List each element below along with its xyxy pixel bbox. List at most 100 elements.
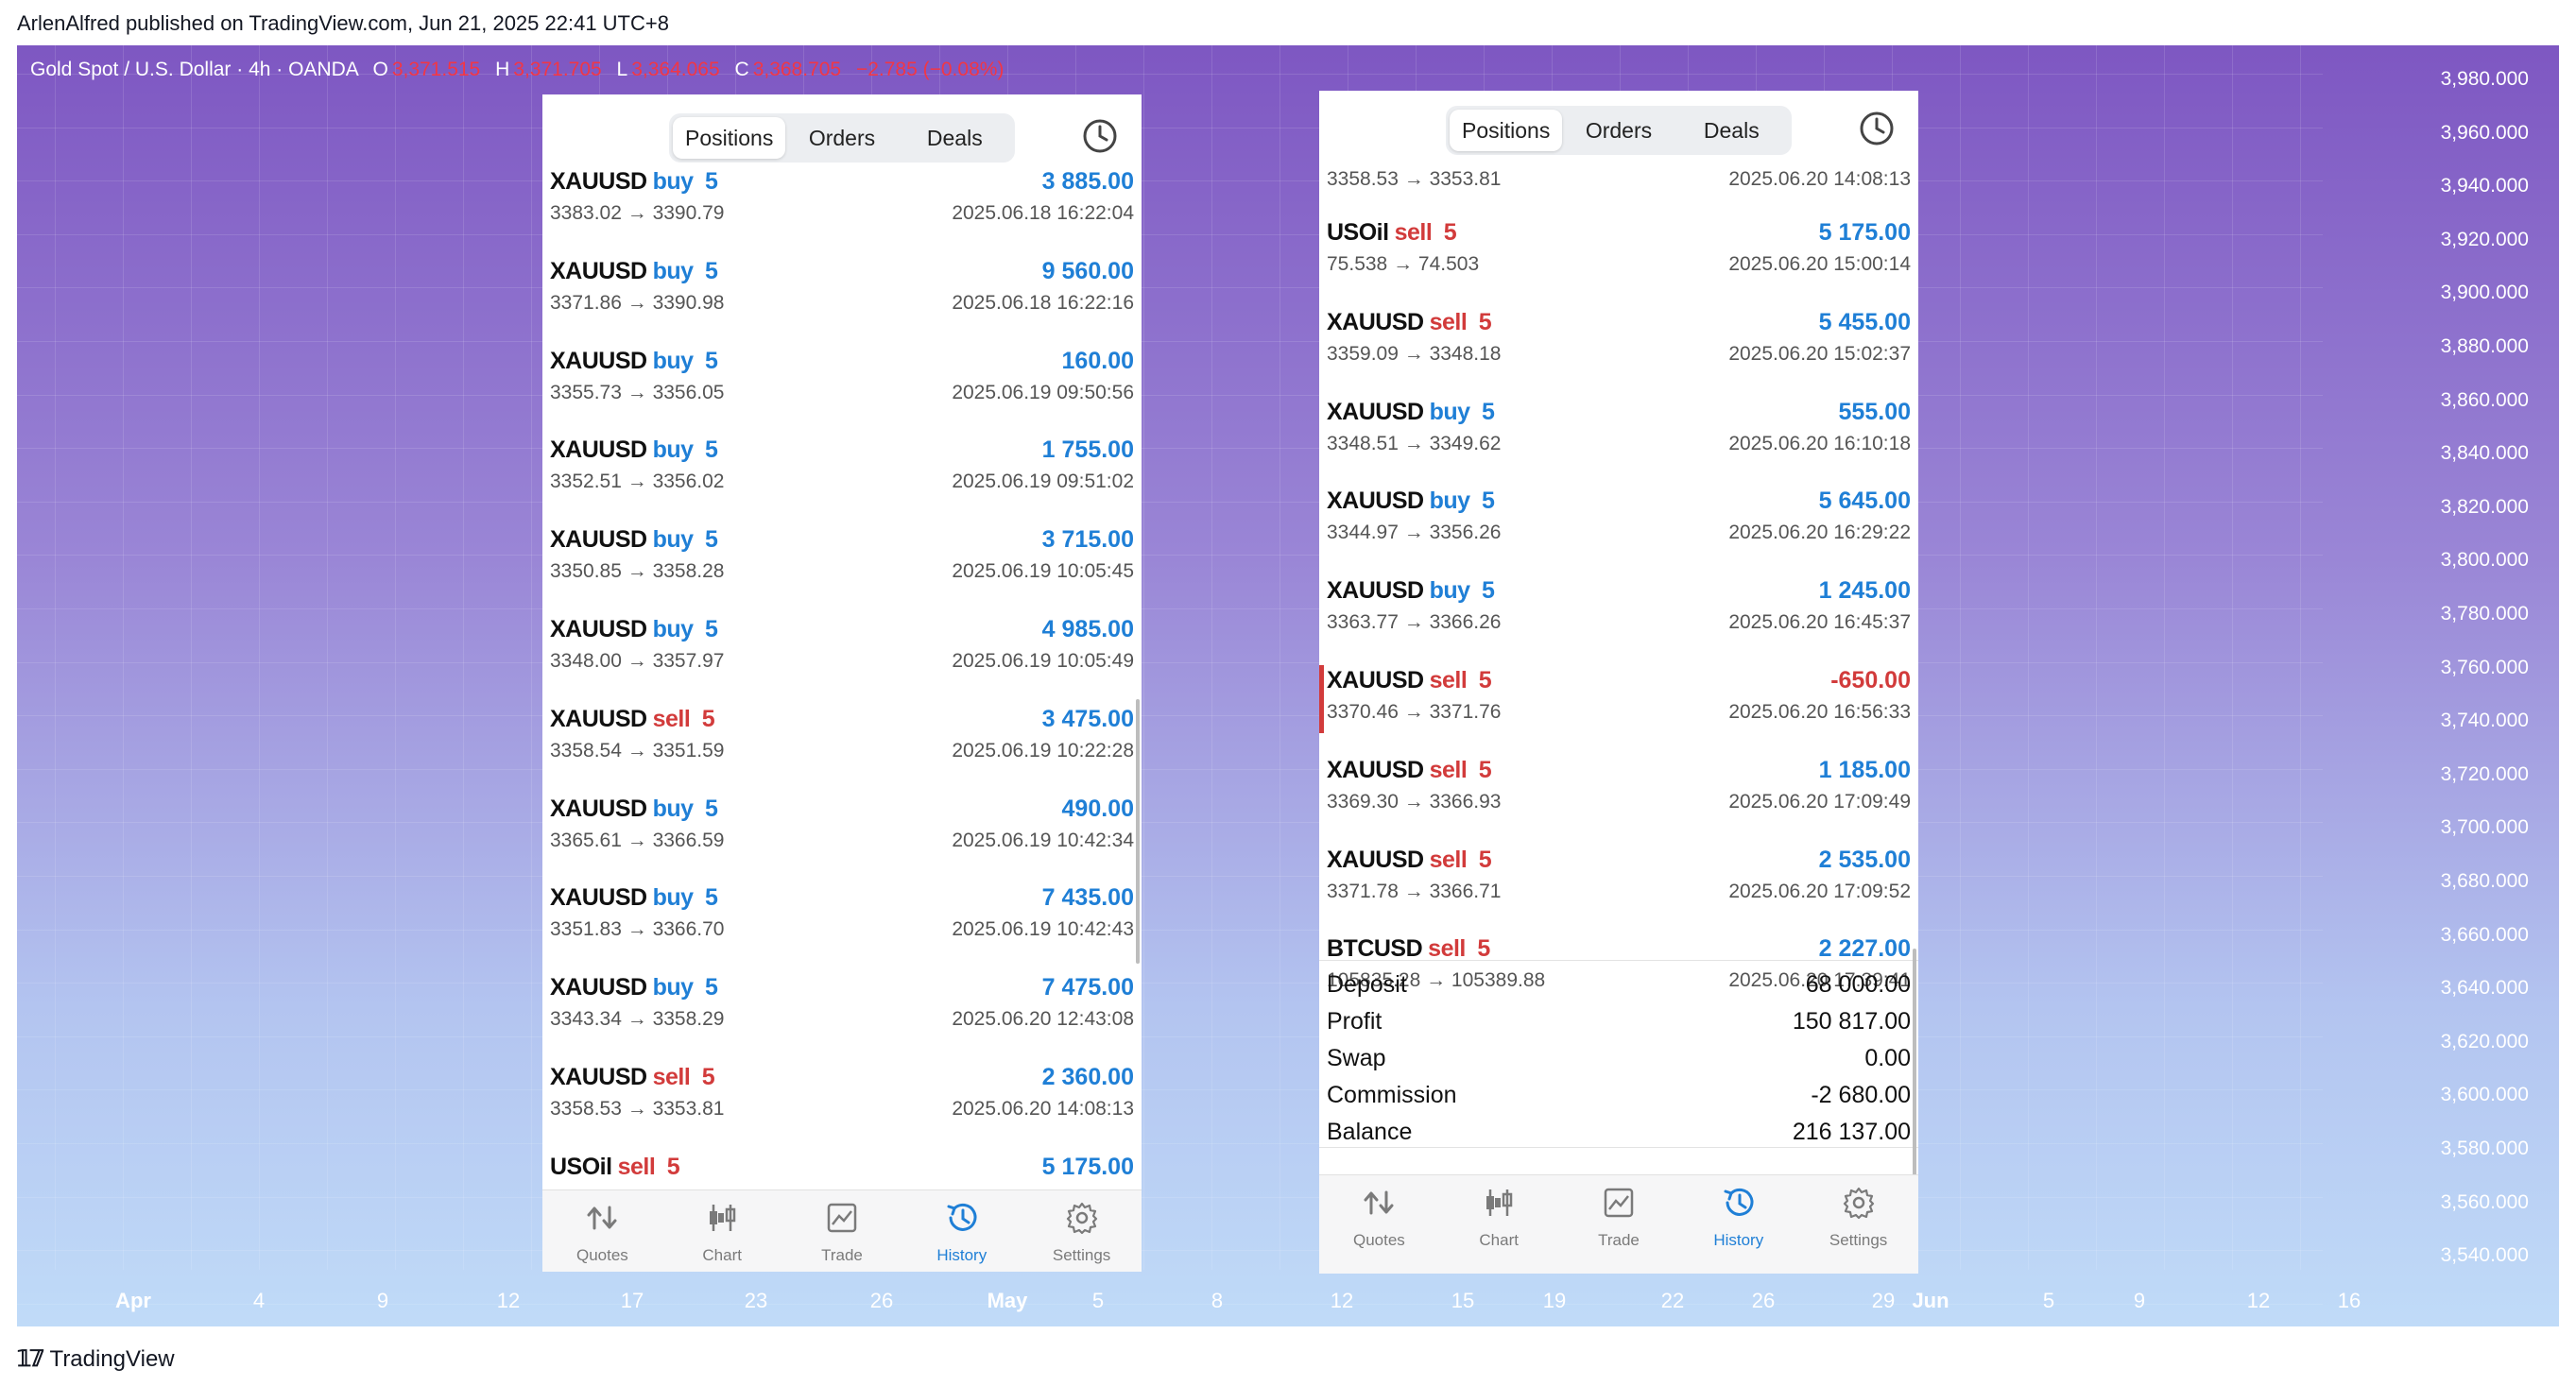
deal-profit: 5 455.00 (1818, 308, 1911, 335)
price-axis[interactable]: 3,980.000 3,960.000 3,940.000 3,920.000 3,90… (2321, 45, 2529, 1274)
list-item[interactable]: XAUUSD buy 5 3348.51 → 3349.62 555.00 2025.0… (1319, 397, 1918, 480)
list-item[interactable]: XAUUSD sell 5 3359.09 → 3348.18 5 455.00 202… (1319, 307, 1918, 390)
tab-positions[interactable]: Positions (1450, 110, 1563, 151)
deal-time: 2025.06.20 17:09:49 (1728, 790, 1911, 813)
deal-time: 2025.06.18 16:22:04 (952, 202, 1134, 224)
period-clock-icon[interactable] (1858, 110, 1896, 147)
chart-area[interactable]: Gold Spot / U.S. Dollar · 4h · OANDA O 3,… (17, 45, 2559, 1326)
deal-profit: 160.00 (1061, 347, 1134, 374)
list-item-partial[interactable]: 3358.53 → 3353.81 2025.06.20 14:08:13 (1319, 166, 1918, 208)
symbol-name: XAUUSD (1327, 398, 1424, 425)
list-item[interactable]: XAUUSD sell 5 3358.54 → 3351.59 3 475.00 202… (542, 704, 1142, 787)
list-item[interactable]: XAUUSD sell 5 3369.30 → 3366.93 1 185.00 202… (1319, 755, 1918, 838)
tradingview-logo-icon[interactable]: 𝟙𝟟 (17, 1345, 44, 1373)
price-tick-label: 3,860.000 (2440, 388, 2529, 411)
symbol-name: XAUUSD (550, 884, 647, 912)
time-axis[interactable]: Apr 4 9 12 17 23 26 May 5 8 12 15 19 22 26 29 Jun 5 9 12 16 (17, 1270, 2361, 1326)
tab-orders[interactable]: Orders (785, 117, 898, 159)
deal-symbol: XAUUSD buy 5 (550, 526, 718, 554)
tab-positions[interactable]: Positions (673, 117, 786, 159)
qty-label: 5 (666, 1153, 680, 1180)
summary-value: 150 817.00 (1792, 1008, 1911, 1035)
nav-label: Chart (1479, 1231, 1519, 1249)
deal-prices: 3355.73 → 3356.05 (550, 381, 725, 403)
symbol-legend: Gold Spot / U.S. Dollar · 4h · OANDA O 3,… (30, 59, 1004, 81)
price-tick-label: 3,900.000 (2440, 282, 2529, 304)
nav-chart[interactable]: Chart (1439, 1175, 1559, 1274)
symbol-name: XAUUSD (1327, 488, 1424, 515)
time-tick-label: 19 (1542, 1289, 1567, 1312)
qty-label: 5 (704, 526, 718, 554)
list-item[interactable]: XAUUSD buy 5 3350.85 → 3358.28 3 715.00 2025… (542, 524, 1142, 607)
list-item[interactable]: XAUUSD buy 5 3371.86 → 3390.98 9 560.00 2025… (542, 256, 1142, 339)
deal-time: 2025.06.20 14:08:13 (952, 1098, 1134, 1120)
nav-trade[interactable]: Trade (1559, 1175, 1679, 1274)
list-item[interactable]: XAUUSD buy 5 3352.51 → 3356.02 1 755.00 2025… (542, 435, 1142, 518)
deal-profit: 3 885.00 (1041, 168, 1134, 195)
brand-name[interactable]: TradingView (50, 1346, 175, 1373)
nav-label: Trade (1598, 1231, 1640, 1249)
list-item[interactable]: XAUUSD buy 5 3343.34 → 3358.29 7 475.00 2025… (542, 972, 1142, 1055)
deal-symbol: XAUUSD buy 5 (550, 168, 718, 196)
trade-icon (824, 1200, 860, 1241)
list-item[interactable]: XAUUSD buy 5 3351.83 → 3366.70 7 435.00 2025… (542, 882, 1142, 966)
list-item[interactable]: XAUUSD sell 5 3371.78 → 3366.71 2 535.00 202… (1319, 845, 1918, 928)
side-label: sell (1429, 756, 1468, 783)
qty-label: 5 (704, 436, 718, 464)
side-label: sell (1429, 308, 1468, 335)
nav-settings[interactable]: Settings (1798, 1175, 1918, 1274)
price-tick-label: 3,960.000 (2440, 121, 2529, 144)
deal-time: 2025.06.20 16:29:22 (1728, 522, 1911, 544)
list-item[interactable]: XAUUSD sell 5 3370.46 → 3371.76 -650.00 2025… (1319, 665, 1918, 748)
nav-label: Quotes (1352, 1231, 1405, 1249)
grid-line (17, 1143, 2323, 1144)
scrollbar[interactable] (1136, 699, 1140, 964)
nav-settings[interactable]: Settings (1022, 1190, 1142, 1272)
period-clock-icon[interactable] (1081, 117, 1119, 155)
tab-deals[interactable]: Deals (899, 117, 1011, 159)
deal-profit: 3 475.00 (1041, 705, 1134, 732)
nav-quotes[interactable]: Quotes (542, 1190, 662, 1272)
nav-trade[interactable]: Trade (782, 1190, 902, 1272)
nav-label: Settings (1829, 1231, 1888, 1249)
qty-label: 5 (704, 974, 718, 1001)
deal-profit: 5 175.00 (1818, 219, 1911, 246)
deal-symbol: XAUUSD buy 5 (550, 616, 718, 643)
list-item[interactable]: XAUUSD buy 5 3344.97 → 3356.26 5 645.00 2025… (1319, 486, 1918, 569)
list-item[interactable]: XAUUSD sell 5 3358.53 → 3353.81 2 360.00 202… (542, 1062, 1142, 1145)
history-icon (944, 1200, 980, 1241)
deal-profit: 2 535.00 (1818, 846, 1911, 873)
nav-quotes[interactable]: Quotes (1319, 1175, 1439, 1274)
list-item[interactable]: XAUUSD buy 5 3363.77 → 3366.26 1 245.00 2025… (1319, 575, 1918, 659)
history-tabs: Positions Orders Deals (669, 113, 1015, 163)
deal-symbol: XAUUSDsell 5 (1327, 847, 1492, 874)
list-item[interactable]: XAUUSD buy 5 3355.73 → 3356.05 160.00 2025.0… (542, 346, 1142, 429)
deal-symbol: XAUUSD buy 5 (1327, 488, 1495, 515)
symbol-title[interactable]: Gold Spot / U.S. Dollar · 4h · OANDA (30, 59, 358, 80)
tab-orders[interactable]: Orders (1562, 110, 1674, 151)
qty-label: 5 (704, 168, 718, 195)
list-item[interactable]: USOilsell 5 75.538 → 74.503 5 175.00 2025.0… (1319, 217, 1918, 300)
deal-time: 2025.06.20 12:43:08 (952, 1008, 1134, 1031)
tab-deals[interactable]: Deals (1675, 110, 1788, 151)
time-tick-label: 26 (1751, 1289, 1776, 1312)
list-item[interactable]: XAUUSD buy 5 3348.00 → 3357.97 4 985.00 2025… (542, 614, 1142, 697)
list-item[interactable]: XAUUSD buy 5 3383.02 → 3390.79 3 885.00 2025… (542, 166, 1142, 249)
qty-label: 5 (1478, 308, 1492, 335)
summary-row: Profit 150 817.00 (1319, 1004, 1918, 1041)
grid-line (1279, 45, 1280, 1270)
deal-prices: 3348.00 → 3357.97 (550, 650, 725, 672)
time-tick-label: Jun (1912, 1289, 1949, 1312)
summary-value: -2 680.00 (1811, 1082, 1911, 1108)
nav-history[interactable]: History (1678, 1175, 1798, 1274)
summary-value: 216 137.00 (1792, 1119, 1911, 1145)
nav-history[interactable]: History (902, 1190, 1022, 1272)
list-item[interactable]: XAUUSD buy 5 3365.61 → 3366.59 490.00 2025.0… (542, 794, 1142, 877)
scrollbar[interactable] (1913, 949, 1916, 1175)
grid-line (123, 45, 124, 1270)
deal-prices: 3370.46 → 3371.76 (1327, 701, 1502, 723)
time-tick-label: 16 (2337, 1289, 2361, 1312)
nav-chart[interactable]: Chart (662, 1190, 782, 1272)
grid-line (463, 45, 464, 1270)
deal-profit: 1 755.00 (1041, 436, 1134, 464)
